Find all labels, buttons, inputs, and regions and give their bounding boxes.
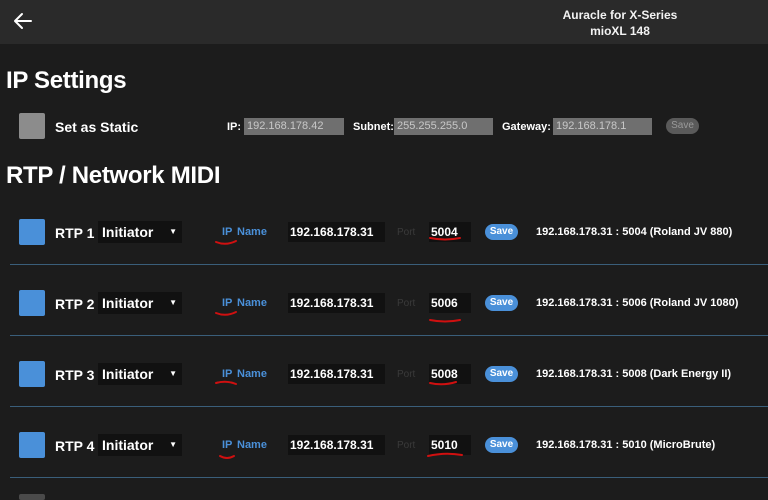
underline-port [429,237,461,241]
underline-ip [215,311,237,316]
annotation-marks [215,237,463,459]
underline-ip [215,240,237,245]
underline-ip [215,380,237,385]
underline-port [429,319,461,323]
underline-ip [219,455,235,459]
underline-port [427,452,463,457]
underline-port [429,381,457,386]
